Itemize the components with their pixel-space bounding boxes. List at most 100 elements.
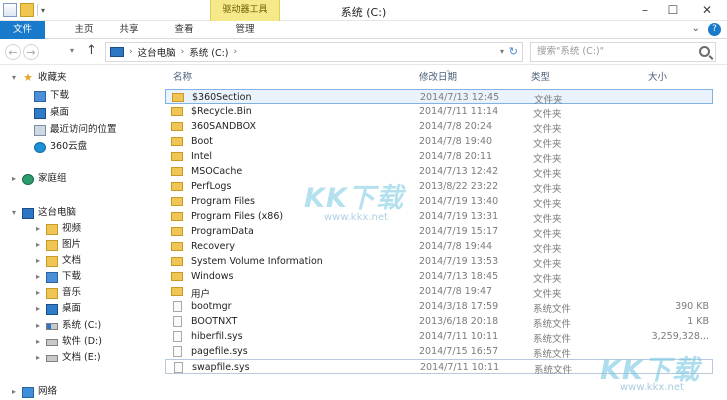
nav-item-downloads[interactable]: 下载 [34,88,69,104]
expand-icon[interactable]: ▸ [34,318,42,334]
star-icon: ★ [23,71,33,84]
expand-ribbon-icon[interactable]: ⌄ [692,23,700,36]
file-row[interactable]: Recovery 2014/7/8 19:44 文件夹 [165,239,713,255]
folder-icon [171,227,183,236]
folder-icon [171,167,183,176]
nav-item-pc-downloads[interactable]: ▸ 下载 [34,269,81,285]
up-arrow-icon[interactable]: ↑ [86,43,97,58]
expand-icon[interactable]: ▸ [34,301,42,317]
file-row[interactable]: swapfile.sys 2014/7/11 10:11 系统文件 [165,359,713,376]
column-header-type[interactable]: 类型 [531,69,550,83]
address-history-icon[interactable]: ▾ [500,47,504,56]
nav-item-recent-places[interactable]: 最近访问的位置 [34,122,117,138]
breadcrumb-this-pc[interactable]: 这台电脑 [138,45,176,59]
column-header-name[interactable]: 名称 [173,69,192,83]
chevron-right-icon[interactable]: › [234,47,238,57]
chevron-right-icon[interactable]: › [181,47,185,57]
nav-homegroup[interactable]: ▸ 家庭组 [10,171,67,187]
expand-icon[interactable]: ▸ [34,334,42,350]
file-row[interactable]: Boot 2014/7/8 19:40 文件夹 [165,134,713,150]
file-row[interactable]: 360SANDBOX 2014/7/8 20:24 文件夹 [165,119,713,135]
expand-icon[interactable]: ▸ [34,350,42,366]
file-row[interactable]: ProgramData 2014/7/19 15:17 文件夹 [165,224,713,240]
tab-file[interactable]: 文件 [0,21,45,39]
nav-item-drive-d[interactable]: ▸ 软件 (D:) [34,334,102,350]
file-row[interactable]: 用户 2014/7/8 19:47 文件夹 [165,284,713,300]
nav-item-documents[interactable]: ▸ 文档 [34,253,81,269]
file-type: 文件夹 [533,139,562,150]
nav-label: 收藏夹 [38,72,67,83]
expand-icon[interactable]: ▸ [34,221,42,237]
nav-label: 视频 [62,223,82,234]
system-file-icon [173,316,182,327]
maximize-icon[interactable]: ☐ [659,0,687,21]
nav-item-music[interactable]: ▸ 音乐 [34,285,81,301]
expand-icon[interactable]: ▸ [34,269,42,285]
expand-icon[interactable]: ▸ [34,253,42,269]
nav-label: 最近访问的位置 [50,124,117,135]
file-type: 文件夹 [533,274,562,285]
tab-view[interactable]: 查看 [168,21,200,39]
file-row[interactable]: MSOCache 2014/7/13 12:42 文件夹 [165,164,713,180]
expand-icon[interactable]: ▸ [34,237,42,253]
tab-home[interactable]: 主页 [65,21,103,39]
file-type: 文件夹 [533,124,562,135]
tab-share[interactable]: 共享 [114,21,144,39]
chevron-right-icon[interactable]: › [129,47,133,57]
file-row[interactable]: System Volume Information 2014/7/19 13:53… [165,254,713,270]
file-name: System Volume Information [191,256,323,267]
expand-icon[interactable]: ▸ [34,285,42,301]
file-row[interactable]: $Recycle.Bin 2014/7/11 11:14 文件夹 [165,104,713,120]
nav-label: 下载 [62,271,82,282]
nav-network[interactable]: ▸ 网络 [10,384,57,400]
documents-folder-icon [46,255,58,267]
file-type: 文件夹 [533,229,562,240]
file-row[interactable]: hiberfil.sys 2014/7/11 10:11 系统文件 3,259,328… [165,329,713,345]
file-date: 2014/7/8 19:44 [419,241,493,252]
ribbon-tabs: 文件 主页 共享 查看 管理 ⌄ ? [0,21,727,39]
file-row[interactable]: $360Section 2014/7/13 12:45 文件夹 [165,89,713,106]
nav-item-pictures[interactable]: ▸ 图片 [34,237,81,253]
nav-this-pc[interactable]: ▾ 这台电脑 [10,205,76,221]
file-row[interactable]: PerfLogs 2013/8/22 23:22 文件夹 [165,179,713,195]
folder-icon [171,152,183,161]
file-row[interactable]: bootmgr 2014/3/18 17:59 系统文件 390 KB [165,299,713,315]
refresh-icon[interactable]: ↻ [509,45,518,58]
file-size: 3,259,328... [651,331,709,342]
file-row[interactable]: pagefile.sys 2014/7/15 16:57 系统文件 [165,344,713,360]
collapse-icon[interactable]: ▾ [10,70,18,86]
recent-locations-icon[interactable]: ▾ [70,46,74,55]
file-row[interactable]: Program Files 2014/7/19 13:40 文件夹 [165,194,713,210]
nav-item-drive-e[interactable]: ▸ 文档 (E:) [34,350,101,366]
search-input[interactable]: 搜索"系统 (C:)" [530,42,716,62]
file-row[interactable]: BOOTNXT 2013/6/18 20:18 系统文件 1 KB [165,314,713,330]
expand-icon[interactable]: ▸ [10,171,18,187]
collapse-icon[interactable]: ▾ [10,205,18,221]
nav-label: 360云盘 [50,141,88,152]
address-bar[interactable]: › 这台电脑 › 系统 (C:) › ▾ ↻ [105,42,523,62]
file-row[interactable]: Program Files (x86) 2014/7/19 13:31 文件夹 [165,209,713,225]
search-icon[interactable] [699,46,710,57]
column-header-size[interactable]: 大小 [648,69,667,83]
nav-favorites[interactable]: ▾ ★ 收藏夹 [10,70,67,86]
minimize-icon[interactable]: – [631,0,659,21]
nav-item-360-cloud[interactable]: 360云盘 [34,139,87,155]
nav-item-drive-c[interactable]: ▸ 系统 (C:) [34,318,101,334]
file-row[interactable]: Intel 2014/7/8 20:11 文件夹 [165,149,713,165]
file-name: MSOCache [191,166,243,177]
back-arrow-icon[interactable]: ← [5,44,21,60]
tab-manage[interactable]: 管理 [225,21,265,39]
breadcrumb-system-drive[interactable]: 系统 (C:) [189,45,228,59]
nav-item-videos[interactable]: ▸ 视频 [34,221,81,237]
column-header-date[interactable]: 修改日期 [419,69,457,83]
expand-icon[interactable]: ▸ [10,384,18,400]
nav-item-desktop[interactable]: 桌面 [34,105,69,121]
file-size: 1 KB [687,316,709,327]
forward-arrow-icon[interactable]: → [23,44,39,60]
folder-icon [171,182,183,191]
nav-item-pc-desktop[interactable]: ▸ 桌面 [34,301,81,317]
close-icon[interactable]: ✕ [687,0,727,21]
help-icon[interactable]: ? [708,23,721,36]
file-row[interactable]: Windows 2014/7/13 18:45 文件夹 [165,269,713,285]
folder-icon [171,212,183,221]
